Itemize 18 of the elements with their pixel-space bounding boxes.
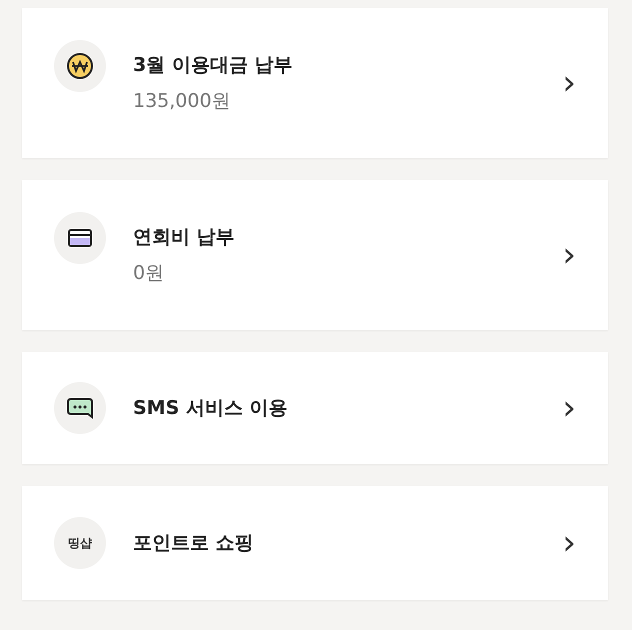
chevron-icon: › (562, 391, 576, 425)
item-amount: 0원 (133, 261, 166, 286)
card-icon (54, 212, 106, 264)
chevron-icon: › (562, 66, 576, 100)
won-coin-icon (54, 40, 106, 92)
item-amount: 135,000원 (133, 89, 232, 114)
chat-bubble-icon (54, 382, 106, 434)
menu-card[interactable]: 3월 이용대금 납부 135,000원 › (22, 8, 608, 158)
menu-card[interactable]: 띵샵 포인트로 쇼핑 › (22, 486, 608, 600)
chevron-icon: › (562, 526, 576, 560)
menu-card[interactable]: 연회비 납부 0원 › (22, 180, 608, 330)
shop-logo: 띵샵 (54, 517, 106, 569)
item-title: 포인트로 쇼핑 (133, 531, 255, 556)
menu-card[interactable]: SMS 서비스 이용 › (22, 352, 608, 464)
item-title: 3월 이용대금 납부 (133, 53, 294, 78)
item-title: 연회비 납부 (133, 225, 236, 250)
chevron-icon: › (562, 238, 576, 272)
item-title: SMS 서비스 이용 (133, 396, 289, 421)
